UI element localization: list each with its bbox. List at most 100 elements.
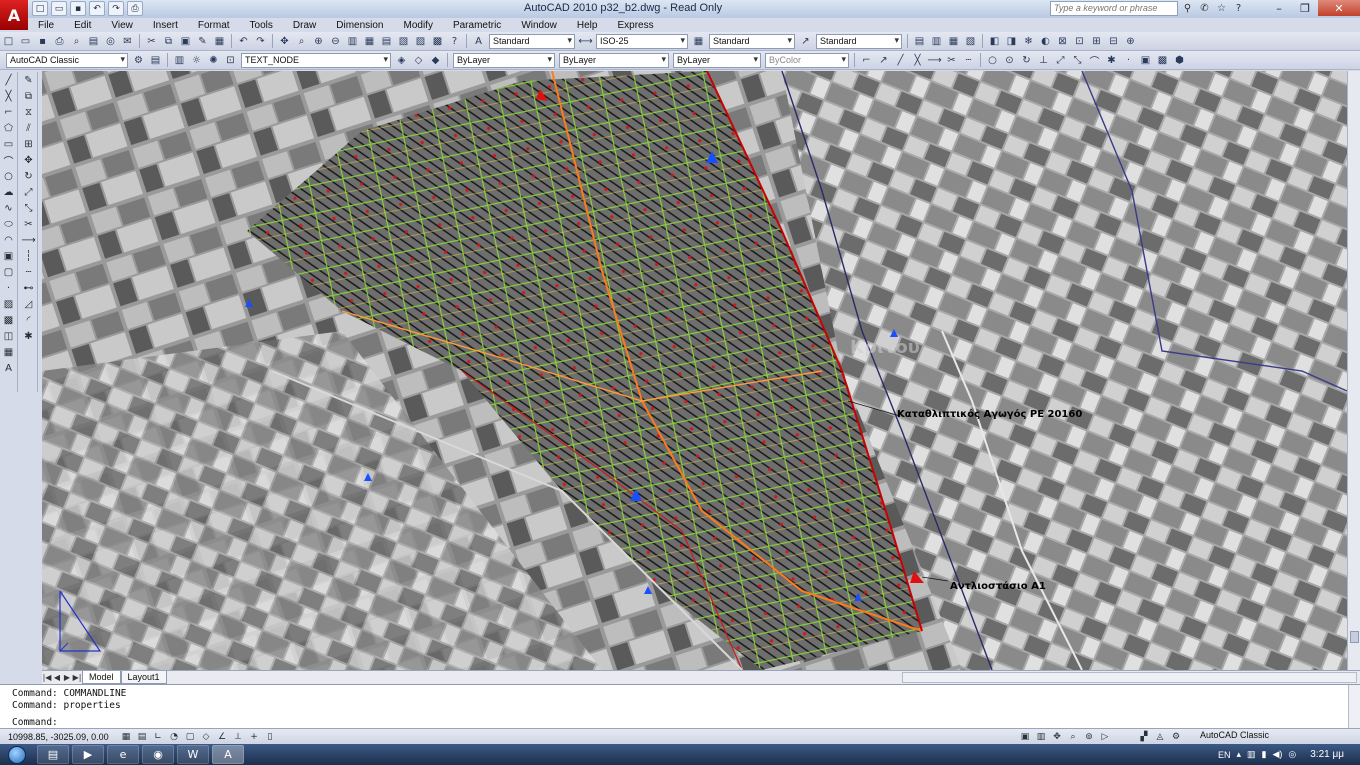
menu-format[interactable]: Format [188, 20, 240, 31]
restore-button[interactable]: ❐ [1292, 0, 1318, 16]
lightbulb-icon[interactable]: ☼ [189, 53, 204, 68]
volume-icon[interactable]: ◀) [1272, 749, 1282, 760]
zoom-icon[interactable]: ⌕ [1066, 730, 1080, 743]
layer-off-icon[interactable]: ◐ [1038, 34, 1053, 49]
last-tab-arrow-icon[interactable]: ▶| [72, 673, 82, 682]
favorites-icon[interactable]: ☆ [1214, 1, 1229, 16]
table-style-select[interactable]: Standard [709, 33, 795, 49]
application-menu-button[interactable]: A [0, 0, 28, 30]
help-icon[interactable]: ? [1231, 1, 1246, 16]
media-player-taskbar-icon[interactable]: ▶ [72, 745, 104, 764]
circle-icon[interactable]: ○ [985, 53, 1000, 68]
make-block-icon[interactable]: ▢ [1, 265, 16, 280]
zoom-window-icon[interactable]: ⊕ [311, 34, 326, 49]
region-icon[interactable]: ◫ [1, 329, 16, 344]
trim-icon[interactable]: ✂ [21, 217, 36, 232]
lineweight-select[interactable]: ByLayer [673, 52, 761, 68]
ortho-mode-icon[interactable]: ∟ [151, 730, 165, 743]
pan-icon[interactable]: ✥ [277, 34, 292, 49]
color-select[interactable]: ByLayer [453, 52, 555, 68]
snap-center-icon[interactable]: ⊙ [1002, 53, 1017, 68]
attribute-icon[interactable]: ▩ [1155, 53, 1170, 68]
quick-properties-icon[interactable]: ▣ [1018, 730, 1032, 743]
save-icon[interactable]: ▪ [70, 1, 86, 16]
menu-parametric[interactable]: Parametric [443, 20, 511, 31]
menu-tools[interactable]: Tools [240, 20, 283, 31]
layer-match-icon[interactable]: ▧ [963, 34, 978, 49]
plot-icon[interactable]: ⎙ [127, 1, 143, 16]
rotate-icon[interactable]: ↻ [21, 169, 36, 184]
break-icon[interactable]: ┄ [21, 265, 36, 280]
word-taskbar-icon[interactable]: W [177, 745, 209, 764]
revision-cloud-icon[interactable]: ☁ [1, 185, 16, 200]
annotation-visibility-icon[interactable]: ◬ [1153, 730, 1167, 743]
grid-display-icon[interactable]: ▤ [135, 730, 149, 743]
workspace-switching-icon[interactable]: ⚙ [1169, 730, 1183, 743]
lock-icon[interactable]: ⊡ [223, 53, 238, 68]
spline-icon[interactable]: ∿ [1, 201, 16, 216]
object-snap-tracking-icon[interactable]: ∠ [215, 730, 229, 743]
qnew-icon[interactable]: □ [1, 34, 16, 49]
block-editor-icon[interactable]: ▦ [212, 34, 227, 49]
express-tool-icon[interactable]: ⬢ [1172, 53, 1187, 68]
first-tab-arrow-icon[interactable]: |◀ [42, 673, 52, 682]
layer-state-icon[interactable]: ▥ [172, 53, 187, 68]
dim-style-icon[interactable]: ⟷ [578, 34, 593, 49]
annotation-scale-icon[interactable]: ▞ [1137, 730, 1151, 743]
close-button[interactable]: ✕ [1318, 0, 1360, 16]
prev-tab-arrow-icon[interactable]: ◀ [52, 673, 62, 682]
3d-dwf-icon[interactable]: ◎ [103, 34, 118, 49]
security-icon[interactable]: ◎ [1288, 749, 1296, 760]
extend-icon[interactable]: ⟶ [21, 233, 36, 248]
fillet-icon[interactable]: ◜ [21, 313, 36, 328]
layer-merge-icon[interactable]: ⊞ [1089, 34, 1104, 49]
properties-icon[interactable]: ▥ [345, 34, 360, 49]
object-snap-icon[interactable]: ▢ [183, 730, 197, 743]
showmotion-icon[interactable]: ▷ [1098, 730, 1112, 743]
publish-icon[interactable]: ▤ [86, 34, 101, 49]
model-space-icon[interactable]: ▥ [1034, 730, 1048, 743]
horizontal-scrollbar[interactable] [902, 672, 1357, 683]
polyline-icon[interactable]: ⌐ [1, 105, 16, 120]
undo-icon[interactable]: ↶ [236, 34, 251, 49]
firefox-taskbar-icon[interactable]: ◉ [142, 745, 174, 764]
tool-palettes-icon[interactable]: ▤ [379, 34, 394, 49]
multileader-style-icon[interactable]: ↗ [798, 34, 813, 49]
layer-walk-icon[interactable]: ▦ [946, 34, 961, 49]
circle-icon[interactable]: ○ [1, 169, 16, 184]
multiline-text-icon[interactable]: A [1, 361, 16, 376]
copy-icon[interactable]: ⧉ [161, 34, 176, 49]
dynamic-ucs-icon[interactable]: ⟂ [231, 730, 245, 743]
start-button[interactable] [0, 744, 34, 765]
binoculars-icon[interactable]: ⚲ [1180, 1, 1195, 16]
quickcalc-icon[interactable]: ▩ [430, 34, 445, 49]
ellipse-icon[interactable]: ⬭ [1, 217, 16, 232]
multileader-style-select[interactable]: Standard [816, 33, 902, 49]
layer-delete-icon[interactable]: ⊟ [1106, 34, 1121, 49]
point-icon[interactable]: · [1121, 53, 1136, 68]
menu-view[interactable]: View [101, 20, 143, 31]
zoom-realtime-icon[interactable]: ⌕ [294, 34, 309, 49]
tab-layout1[interactable]: Layout1 [120, 671, 167, 684]
zoom-previous-icon[interactable]: ⊖ [328, 34, 343, 49]
layer-previous-icon[interactable]: ◇ [411, 53, 426, 68]
point-icon[interactable]: · [1, 281, 16, 296]
workspace-select[interactable]: AutoCAD Classic [6, 52, 128, 68]
stretch-icon[interactable]: ⤡ [1070, 53, 1085, 68]
arc-icon[interactable]: ⌒ [1, 153, 16, 168]
markup-icon[interactable]: ▨ [413, 34, 428, 49]
command-line-scrollbar[interactable] [1348, 685, 1360, 729]
plot-preview-icon[interactable]: ⌕ [69, 34, 84, 49]
plot-icon[interactable]: ⎙ [52, 34, 67, 49]
menu-help[interactable]: Help [567, 20, 608, 31]
offset-icon[interactable]: ⫽ [21, 121, 36, 136]
help-search-input[interactable]: Type a keyword or phrase [1050, 1, 1178, 16]
mirror-icon[interactable]: ⧖ [21, 105, 36, 120]
coordinate-readout[interactable]: 10998.85, -3025.09, 0.00 [0, 732, 118, 742]
communication-center-icon[interactable]: ✆ [1197, 1, 1212, 16]
block-icon[interactable]: ▣ [1138, 53, 1153, 68]
dim-style-select[interactable]: ISO-25 [596, 33, 688, 49]
steering-wheel-icon[interactable]: ⊚ [1082, 730, 1096, 743]
autocad-taskbar-icon[interactable]: A [212, 745, 244, 764]
hatch-icon[interactable]: ▨ [1, 297, 16, 312]
